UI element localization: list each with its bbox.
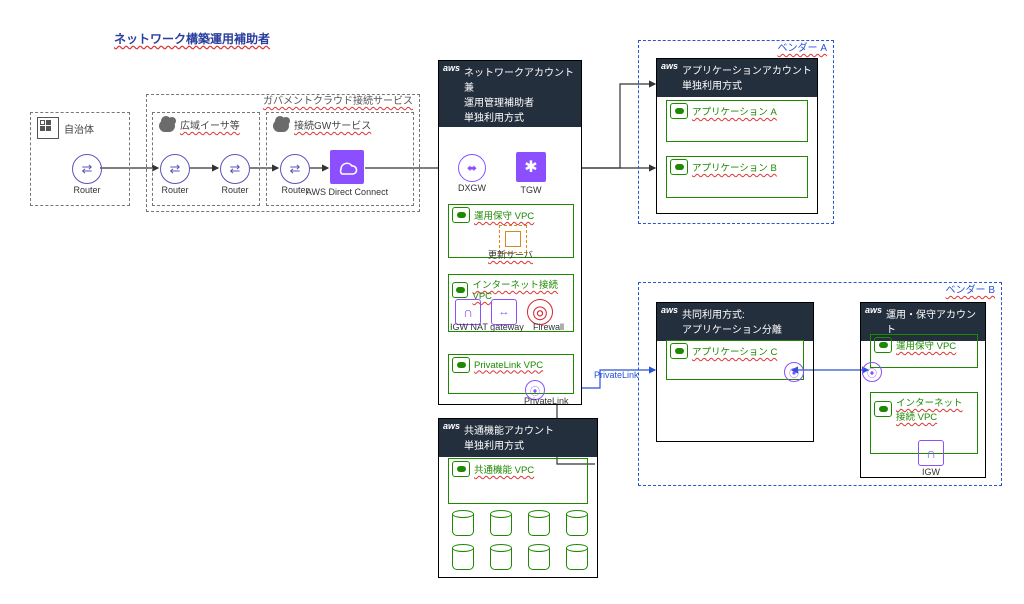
vendor-b-label: ベンダー B xyxy=(946,281,995,296)
direct-connect-icon xyxy=(330,150,364,184)
s3-icon xyxy=(566,512,588,536)
gw-head: 接続GWサービス xyxy=(267,113,413,136)
s3-icon xyxy=(528,512,550,536)
direct-connect: AWS Direct Connect xyxy=(330,150,364,184)
aws-header: awsアプリケーションアカウント 単独利用方式 xyxy=(657,59,817,97)
aws-icon: aws xyxy=(661,61,678,71)
s3-icon xyxy=(490,512,512,536)
privatelink-icon xyxy=(784,362,804,382)
aws-icon: aws xyxy=(661,305,678,315)
vpc-privatelink: PrivateLink VPC xyxy=(448,354,574,394)
vpc-icon xyxy=(670,343,688,359)
plink-b1 xyxy=(784,362,804,382)
vpc-ops-label: 運用保守 VPC xyxy=(474,208,534,222)
vpc-plink-head: PrivateLink VPC xyxy=(449,355,573,375)
router-icon xyxy=(72,154,102,184)
aws-header: aws ネットワークアカウント兼 運用管理補助者 単独利用方式 xyxy=(439,61,581,127)
wan-router-2: Router xyxy=(220,154,250,184)
vendor-a-app2: アプリケーション B xyxy=(666,156,808,198)
vendor-b-ops-vpc: 運用保守 VPC xyxy=(870,334,978,368)
aws-icon: aws xyxy=(865,305,882,315)
wan-head: 広域イーサ等 xyxy=(153,113,259,136)
igw-icon xyxy=(918,440,944,466)
aws-icon: aws xyxy=(443,63,460,73)
plink-b2 xyxy=(862,362,882,382)
vpc-icon xyxy=(452,282,468,298)
s3-icon xyxy=(452,546,474,570)
s3-buckets xyxy=(452,512,594,574)
dxgw-icon xyxy=(458,154,486,182)
gov-group-label: ガバメントクラウド接続サービス xyxy=(263,92,413,107)
building-icon xyxy=(37,117,59,139)
vpc-icon xyxy=(452,207,470,223)
gw-label: 接続GWサービス xyxy=(294,117,371,132)
router-icon xyxy=(220,154,250,184)
aws-icon: aws xyxy=(443,421,460,431)
vpc-icon xyxy=(452,357,470,373)
cloud-icon xyxy=(159,120,175,132)
wan-label: 広域イーサ等 xyxy=(180,117,240,132)
common-vpc: 共通機能 VPC xyxy=(448,458,588,504)
vendor-b-igw: IGW xyxy=(918,440,944,466)
vpc-icon xyxy=(670,103,688,119)
privatelink-icon xyxy=(862,362,882,382)
tgw-icon xyxy=(516,152,546,182)
router-icon xyxy=(160,154,190,184)
onprem-head: 自治体 xyxy=(31,113,129,143)
router-icon xyxy=(280,154,310,184)
firewall-label: Firewall xyxy=(533,322,564,332)
network-account-title: ネットワークアカウント兼 運用管理補助者 単独利用方式 xyxy=(464,64,577,124)
vendor-a-label: ベンダー A xyxy=(778,39,827,54)
vpc-plink-label: PrivateLink VPC xyxy=(474,360,543,371)
gw-router: Router xyxy=(280,154,310,184)
page-title: ネットワーク構築運用補助者 xyxy=(114,30,270,47)
privatelink-link-label: PrivateLink xyxy=(594,370,639,380)
s3-icon xyxy=(452,512,474,536)
s3-icon xyxy=(490,546,512,570)
vpc-icon xyxy=(452,461,470,477)
wan-router-1: Router xyxy=(160,154,190,184)
vendor-a-app1: アプリケーション A xyxy=(666,100,808,142)
privatelink-label: PrivateLink xyxy=(524,396,569,406)
cloud-icon xyxy=(273,120,289,132)
onprem-router: Router xyxy=(72,154,102,184)
s3-icon xyxy=(528,546,550,570)
vpc-ops-head: 運用保守 VPC xyxy=(449,205,573,225)
vpc-icon xyxy=(874,401,892,417)
vpc-icon xyxy=(874,337,892,353)
server-label: 更新サーバ xyxy=(488,248,533,261)
onprem-label: 自治体 xyxy=(64,121,94,136)
dxgw: DXGW xyxy=(458,154,486,182)
s3-icon xyxy=(566,546,588,570)
tgw: TGW xyxy=(516,152,546,182)
vpc-icon xyxy=(670,159,688,175)
igw-nat-label: IGW NAT gateway xyxy=(450,322,524,332)
